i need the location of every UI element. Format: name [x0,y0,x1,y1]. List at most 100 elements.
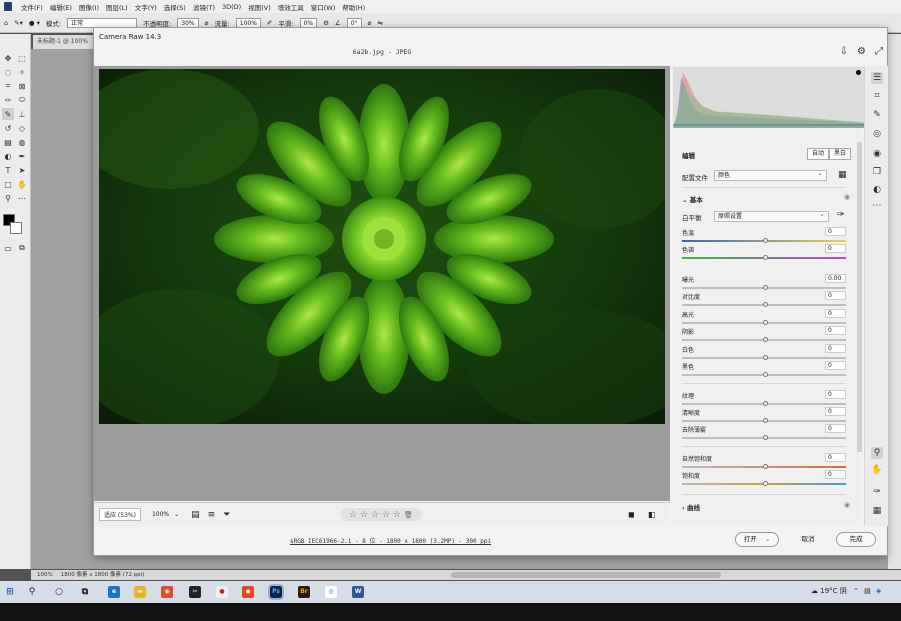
slider-thumb[interactable] [763,481,768,486]
slider-value[interactable]: 0.00 [825,274,846,283]
pressure-size-icon[interactable]: ⌀ [368,19,372,27]
hand-tool-icon[interactable]: ✋ [16,178,28,190]
zoom-fit-button[interactable]: 适应 (53%) [99,508,141,521]
zoom-tool-icon[interactable]: ⚲ [2,192,14,204]
home-icon[interactable]: ⌂ [4,19,8,27]
slider-value[interactable]: 0 [825,244,846,253]
crop-rotate-icon[interactable]: ⌗ [871,90,883,102]
slider-value[interactable]: 0 [825,424,846,433]
flow-field[interactable]: 100% [235,17,261,28]
slider-thumb[interactable] [763,464,768,469]
lasso-tool-icon[interactable]: ◌ [2,66,14,78]
settings-gear-icon[interactable]: ⚙ [857,46,866,57]
search-icon[interactable]: ⚲ [26,586,38,598]
slider-shadows[interactable]: 阴影 0 [682,326,846,343]
crop-tool-icon[interactable]: ⌗ [2,80,14,92]
brush-preset-icon[interactable]: ✎▾ [14,19,23,27]
app-icon[interactable]: ◉ [242,586,254,598]
slider-thumb[interactable] [763,255,768,260]
workflow-options-link[interactable]: sRGB IEC61966-2.1 - 8 位 - 1800 x 1800 (3… [290,536,491,545]
slider-value[interactable]: 0 [825,453,846,462]
capcut-icon[interactable]: ✂ [189,586,201,598]
slider-thumb[interactable] [763,238,768,243]
task-view-icon[interactable]: ⧉ [79,586,91,598]
done-button[interactable]: 完成 [836,532,876,547]
slider-thumb[interactable] [763,372,768,377]
filmstrip-icon[interactable]: ▤ [191,510,200,520]
menu-window[interactable]: 窗口(W) [311,2,336,12]
panel-scrollbar[interactable] [857,142,862,452]
menu-edit[interactable]: 编辑(E) [50,2,72,12]
menu-help[interactable]: 帮助(H) [342,2,365,12]
slider-saturation[interactable]: 饱和度 0 [682,470,846,487]
document-tab[interactable]: 未标题-1 @ 100% [33,35,95,49]
brush-tool-icon[interactable]: ✎ [2,108,14,120]
slider-thumb[interactable] [763,285,768,290]
clipping-warning-icon[interactable] [856,70,861,75]
wifi-icon[interactable]: ◈ [876,587,881,595]
before-after-icon[interactable]: ◼ [628,510,635,519]
angle-field[interactable]: 0° [346,17,362,28]
slider-value[interactable]: 0 [825,390,846,399]
slider-value[interactable]: 0 [825,227,846,236]
sort-icon[interactable]: ≡ [208,510,216,520]
gradient-tool-icon[interactable]: ▤ [2,136,14,148]
airbrush-icon[interactable]: ✐ [267,19,272,27]
slider-value[interactable]: 0 [825,291,846,300]
type-tool-icon[interactable]: T [2,164,14,176]
menu-image[interactable]: 图像(I) [79,2,99,12]
hand-icon[interactable]: ✋ [871,464,883,476]
stamp-tool-icon[interactable]: ⊥ [16,108,28,120]
rating-stars[interactable]: ☆ ☆ ☆ ☆ ☆ 🗑 [340,508,422,521]
slider-value[interactable]: 0 [825,309,846,318]
slider-vibrance[interactable]: 自然饱和度 0 [682,453,846,470]
slider-dehaze[interactable]: 去除薄雾 0 [682,424,846,441]
edit-sliders-icon[interactable]: ☰ [871,72,883,84]
patch-tool-icon[interactable]: ⬭ [16,94,28,106]
weather-icon[interactable]: ☁ [811,587,818,595]
menu-type[interactable]: 文字(Y) [135,2,157,12]
color-sampler-icon[interactable]: ✑ [871,486,883,498]
filter-icon[interactable]: ⏷ [223,510,230,520]
slider-tint[interactable]: 色调 0 [682,244,846,261]
eyedropper-tool-icon[interactable]: ✑ [2,94,14,106]
slider-thumb[interactable] [763,401,768,406]
cortana-icon[interactable]: ○ [53,586,65,598]
zoom-100-button[interactable]: 100% [149,510,172,519]
slider-highlights[interactable]: 高光 0 [682,309,846,326]
compare-view-icon[interactable]: ◧ [648,510,656,519]
status-zoom[interactable]: 100% [37,570,53,580]
healing-brush-icon[interactable]: ✎ [871,109,883,121]
menu-select[interactable]: 选择(S) [164,2,186,12]
slider-exposure[interactable]: 曝光 0.00 [682,274,846,291]
grid-overlay-icon[interactable]: ▦ [871,505,883,517]
windows-start-icon[interactable]: ⊞ [4,586,16,598]
marquee-tool-icon[interactable]: ⬚ [16,52,28,64]
move-tool-icon[interactable]: ✥ [2,52,14,64]
slider-clarity[interactable]: 清晰度 0 [682,407,846,424]
more-tools-icon[interactable]: ⋯ [16,192,28,204]
slider-value[interactable]: 0 [825,407,846,416]
slider-thumb[interactable] [763,435,768,440]
menu-plugins[interactable]: 增效工具 [278,2,304,12]
menu-layer[interactable]: 图层(L) [106,2,128,12]
photoshop-taskbar-icon[interactable]: Ps [268,584,284,600]
slider-thumb[interactable] [763,337,768,342]
quick-select-tool-icon[interactable]: ✧ [16,66,28,78]
fullscreen-icon[interactable]: ⤢ [875,46,883,57]
chevron-down-icon[interactable]: ⌄ [765,535,770,543]
app-blue-icon[interactable]: ◎ [325,586,337,598]
menu-view[interactable]: 视图(V) [248,2,271,12]
tray-arrow-icon[interactable]: ⌃ [853,587,859,595]
star-rating-icons[interactable]: ☆ ☆ ☆ ☆ ☆ [349,510,401,520]
masking-icon[interactable]: ◎ [871,128,883,140]
gear-icon[interactable]: ⚙ [323,19,329,27]
pressure-opacity-icon[interactable]: ⌀ [205,19,209,27]
slider-blacks[interactable]: 黑色 0 [682,361,846,378]
presets-icon[interactable]: ◐ [871,184,883,196]
qq-icon[interactable]: ● [216,586,228,598]
frame-tool-icon[interactable]: ⊠ [16,80,28,92]
file-explorer-icon[interactable]: ▬ [134,586,146,598]
auto-button[interactable]: 自动 [807,148,830,160]
slider-contrast[interactable]: 对比度 0 [682,291,846,308]
